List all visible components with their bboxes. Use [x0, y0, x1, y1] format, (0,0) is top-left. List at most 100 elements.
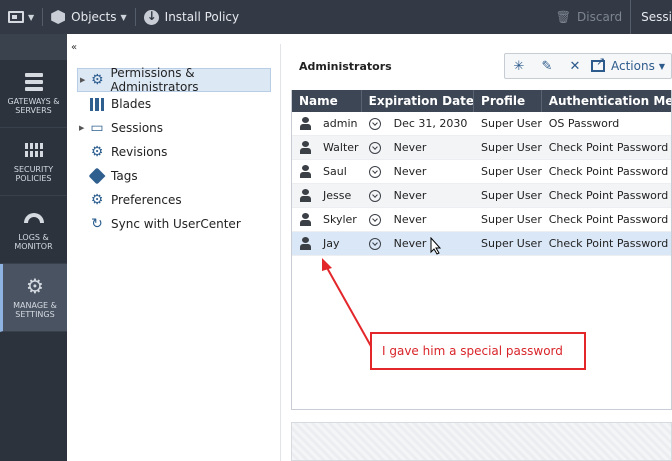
tree-item-label: Preferences — [111, 193, 182, 207]
admin-name: Walter — [323, 141, 359, 154]
install-policy-label: Install Policy — [164, 10, 240, 24]
profile: Super User — [481, 189, 542, 202]
action-toolbar: ✳ ✎ ✕ Actions ▼ — [504, 53, 672, 79]
gear-icon: ⚙ — [90, 192, 104, 208]
profile: Super User — [481, 237, 542, 250]
column-header-auth-method[interactable]: Authentication Metho — [542, 90, 671, 112]
tree-item-revisions[interactable]: ⚙ Revisions — [77, 140, 271, 164]
admin-name: Jesse — [323, 189, 352, 202]
table-row[interactable]: Saul Never Super User Check Point Passwo… — [292, 160, 671, 184]
tree-item-preferences[interactable]: ⚙ Preferences — [77, 188, 271, 212]
auth-method: Check Point Password — [548, 237, 669, 250]
expand-arrow-icon[interactable]: ▶ — [79, 124, 84, 132]
user-icon — [299, 188, 313, 203]
collapse-panel-icon[interactable]: « — [71, 42, 77, 53]
gear-icon: ⚙ — [26, 274, 44, 298]
tree-item-label: Blades — [111, 97, 152, 111]
new-button[interactable]: ✳ — [505, 54, 533, 78]
tree-item-label: Permissions & Administrators — [110, 66, 199, 94]
session-menu-button[interactable]: Sessi — [630, 0, 672, 34]
column-header-name[interactable]: Name — [292, 90, 362, 112]
chevron-down-icon: ▼ — [120, 12, 127, 22]
table-row[interactable]: admin Dec 31, 2030 Super User OS Passwor… — [292, 112, 671, 136]
clock-icon — [368, 237, 381, 250]
pencil-icon: ✎ — [541, 58, 553, 74]
objects-label: Objects — [71, 10, 117, 24]
annotation-callout: I gave him a special password — [370, 332, 586, 370]
settings-tree: ▶ ⚙ Permissions & Administrators Blades … — [77, 66, 271, 236]
clock-icon — [368, 213, 381, 226]
nav-manage-settings[interactable]: ⚙ MANAGE & SETTINGS — [0, 264, 67, 332]
actions-label: Actions — [611, 59, 655, 73]
tree-item-tags[interactable]: Tags — [77, 164, 271, 188]
user-icon — [299, 236, 313, 251]
discard-button[interactable]: 🗑 Discard — [548, 10, 630, 24]
auth-method: Check Point Password — [548, 189, 669, 202]
admin-name: Jay — [323, 237, 340, 250]
table-row[interactable]: Walter Never Super User Check Point Pass… — [292, 136, 671, 160]
gauge-icon — [23, 208, 44, 228]
app-menu-button[interactable]: ▼ — [0, 0, 42, 34]
clock-icon — [368, 165, 381, 178]
blades-icon — [89, 96, 105, 112]
nav-label: GATEWAYS & SERVERS — [7, 97, 60, 115]
mouse-cursor-icon — [430, 237, 442, 255]
firewall-icon — [24, 140, 44, 160]
tree-item-sessions[interactable]: ▶ ▭ Sessions — [77, 116, 271, 140]
left-navigation: GATEWAYS & SERVERS SECURITY POLICIES LOG… — [0, 34, 67, 461]
column-header-expiration[interactable]: Expiration Date — [362, 90, 475, 112]
tree-item-permissions-administrators[interactable]: ▶ ⚙ Permissions & Administrators — [77, 66, 271, 94]
auth-method: Check Point Password — [548, 165, 669, 178]
clock-icon — [368, 117, 381, 130]
table-row-selected[interactable]: Jay Never Super User Check Point Passwor… — [292, 232, 671, 256]
expiration-date: Never — [393, 165, 427, 178]
expiration-date: Never — [393, 141, 427, 154]
tree-item-label: Revisions — [111, 145, 168, 159]
export-icon — [591, 55, 605, 72]
cube-icon — [51, 10, 66, 24]
nav-label: LOGS & MONITOR — [14, 233, 53, 251]
profile: Super User — [481, 141, 542, 154]
auth-method: Check Point Password — [548, 141, 669, 154]
settings-tree-panel: « ▶ ⚙ Permissions & Administrators Blade… — [67, 42, 281, 461]
table-row[interactable]: Skyler Never Super User Check Point Pass… — [292, 208, 671, 232]
close-icon: ✕ — [569, 58, 581, 74]
sync-icon: ↻ — [91, 216, 103, 232]
profile: Super User — [481, 165, 542, 178]
admin-name: Saul — [323, 165, 347, 178]
actions-menu-button[interactable]: Actions ▼ — [591, 55, 665, 73]
nav-label: SECURITY POLICIES — [13, 165, 54, 183]
objects-menu-button[interactable]: Objects ▼ — [43, 0, 135, 34]
page-title: Administrators — [299, 60, 392, 73]
tree-item-sync-usercenter[interactable]: ↻ Sync with UserCenter — [77, 212, 271, 236]
session-label: Sessi — [641, 10, 672, 24]
clock-icon — [368, 189, 381, 202]
chevron-down-icon: ▼ — [658, 61, 665, 71]
column-header-profile[interactable]: Profile — [474, 90, 542, 112]
edit-button[interactable]: ✎ — [533, 54, 561, 78]
gear-icon: ⚙ — [90, 72, 104, 88]
nav-label: MANAGE & SETTINGS — [13, 301, 57, 319]
tree-item-blades[interactable]: Blades — [77, 92, 271, 116]
tree-item-label: Tags — [111, 169, 138, 183]
delete-button[interactable]: ✕ — [561, 54, 589, 78]
user-icon — [299, 116, 313, 131]
expiration-date: Never — [393, 189, 427, 202]
nav-security-policies[interactable]: SECURITY POLICIES — [0, 128, 67, 196]
expiration-date: Dec 31, 2030 — [393, 117, 468, 130]
chevron-down-icon: ▼ — [28, 12, 35, 22]
app-menu-icon — [8, 11, 24, 23]
table-header: Name Expiration Date Profile Authenticat… — [292, 90, 671, 112]
expand-arrow-icon[interactable]: ▶ — [80, 76, 85, 84]
install-policy-button[interactable]: Install Policy — [136, 0, 247, 34]
nav-top-strip — [0, 34, 67, 60]
server-icon — [24, 72, 44, 92]
clock-icon — [368, 141, 381, 154]
nav-logs-monitor[interactable]: LOGS & MONITOR — [0, 196, 67, 264]
nav-gateways-servers[interactable]: GATEWAYS & SERVERS — [0, 60, 67, 128]
administrators-pane: Administrators ✳ ✎ ✕ Actions ▼ Name Expi… — [282, 44, 672, 461]
user-icon — [299, 164, 313, 179]
auth-method: OS Password — [548, 117, 620, 130]
table-row[interactable]: Jesse Never Super User Check Point Passw… — [292, 184, 671, 208]
new-star-icon: ✳ — [513, 58, 525, 74]
